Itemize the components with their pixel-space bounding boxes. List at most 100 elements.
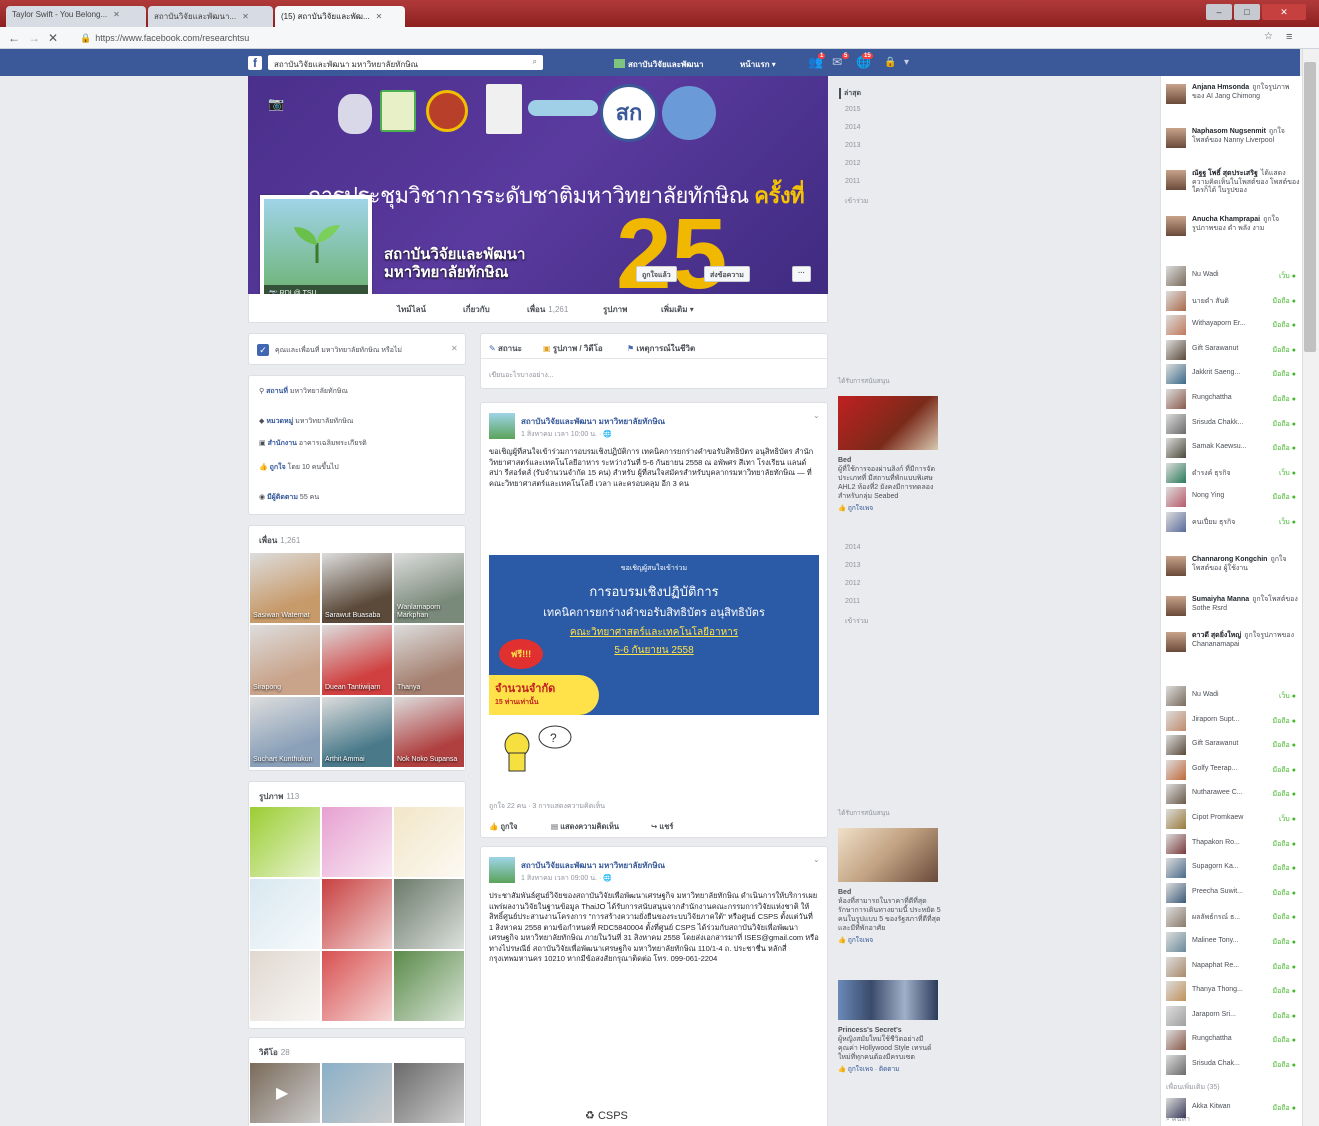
sponsored-ad[interactable]: Princess's Secret's ผู้หญิงสมัยใหม่ใช้ชีว… — [838, 980, 942, 1074]
photos-heading[interactable]: รูปภาพ 113 — [259, 790, 299, 803]
chat-contact[interactable]: Thapakon Ro... มือถือ ● — [1166, 833, 1300, 856]
star-icon[interactable]: ☆ — [1264, 31, 1273, 42]
photo-thumb[interactable] — [322, 807, 392, 877]
address-bar[interactable]: 🔒 https://www.facebook.com/researchtsu — [80, 31, 1260, 45]
browser-tab[interactable]: Taylor Swift - You Belong... ✕ — [6, 6, 146, 27]
composer-input[interactable]: เขียนอะไรบางอย่าง... — [489, 370, 554, 381]
more-friends-label[interactable]: เพื่อนเพิ่มเติม (35) — [1166, 1082, 1220, 1093]
facebook-logo-icon[interactable]: f — [248, 56, 262, 70]
videos-heading[interactable]: วิดีโอ 28 — [259, 1046, 290, 1059]
friend-tile[interactable]: Wanlamaporn Markphan — [394, 553, 464, 623]
friend-tile[interactable]: Thanya — [394, 625, 464, 695]
photo-thumb[interactable] — [394, 807, 464, 877]
composer-status[interactable]: ✎ สถานะ — [489, 342, 522, 355]
account-menu-icon[interactable]: ▾ — [904, 57, 909, 68]
chat-contact[interactable]: ผลลัพธ์กรณ์ ธ... มือถือ ● — [1166, 907, 1300, 929]
close-icon[interactable]: ✕ — [376, 12, 383, 21]
ad-image[interactable] — [838, 828, 938, 882]
year-link[interactable]: 2013 — [845, 562, 861, 569]
search-icon[interactable]: ⌕ — [533, 57, 537, 67]
year-link[interactable]: 2012 — [845, 580, 861, 587]
comment-button[interactable]: ▤ แสดงความคิดเห็น — [551, 821, 619, 833]
chat-contact[interactable]: คนเปี่ยม ธุรกิจ เว็บ ● — [1166, 512, 1300, 534]
chat-contact[interactable]: Rungchattha มือถือ ● — [1166, 389, 1300, 411]
year-link[interactable]: เข้าร่วม — [845, 616, 868, 627]
photo-thumb[interactable] — [322, 879, 392, 949]
post-author[interactable]: สถาบันวิจัยและพัฒนา มหาวิทยาลัยทักษิณ — [521, 859, 665, 872]
video-thumb[interactable] — [394, 1063, 464, 1123]
chat-contact[interactable]: ดำรงค์ ธุรกิจ เว็บ ● — [1166, 462, 1300, 485]
sponsored-ad[interactable]: ได้รับการสนับสนุน Bed ห้องที่สามารถในราคา… — [838, 808, 942, 945]
search-input[interactable]: สถาบันวิจัยและพัฒนา มหาวิทยาลัยทักษิณ ⌕ — [268, 55, 543, 70]
ad-like-link[interactable]: 👍 ถูกใจเพจ · ติดตาม — [838, 1064, 942, 1074]
tab-friends[interactable]: เพื่อน 1,261 — [527, 303, 568, 316]
chat-contact[interactable]: Malinee Tony... มือถือ ● — [1166, 932, 1300, 954]
friend-tile[interactable]: Suchart Kunthukun — [250, 697, 320, 767]
ad-like-link[interactable]: 👍 ถูกใจเพจ — [838, 935, 942, 945]
sponsored-ad[interactable]: ได้รับการสนับสนุน Bed ผู้ที่ใช้การจองผ่าน… — [838, 376, 942, 513]
chat-activity[interactable]: ณัฐฐ โพธิ์ สุดประเสริฐ ได้แสดงความคิดเห็น… — [1166, 170, 1300, 196]
friend-tile[interactable]: Duean Tantiwijarn — [322, 625, 392, 695]
chevron-down-icon[interactable]: ⌄ — [813, 411, 820, 420]
year-link[interactable]: เข้าร่วม — [845, 196, 868, 207]
browser-tab-active[interactable]: (15) สถาบันวิจัยและพัฒ... ✕ — [275, 6, 405, 27]
chat-contact[interactable]: Cipot Promkaew เว็บ ● — [1166, 809, 1300, 831]
play-icon[interactable]: ▶ — [276, 1083, 288, 1103]
chat-activity[interactable]: Anjana Hmsonda ถูกใจรูปภาพของ AI Jang Chi… — [1166, 84, 1300, 104]
chat-contact[interactable]: Jiraporn Supt... มือถือ ● — [1166, 710, 1300, 733]
chat-contact[interactable]: Rungchattha มือถือ ● — [1166, 1030, 1300, 1052]
chat-contact[interactable]: Nu Wadi เว็บ ● — [1166, 686, 1300, 708]
page-avatar[interactable] — [489, 857, 515, 883]
chat-contact[interactable]: Preecha Suwit... มือถือ ● — [1166, 882, 1300, 905]
liked-button[interactable]: ถูกใจแล้ว — [636, 266, 677, 282]
post-engagement[interactable]: ถูกใจ 22 คน · 3 การแสดงความคิดเห็น — [489, 801, 605, 812]
year-link[interactable]: 2011 — [845, 178, 860, 185]
page-avatar[interactable] — [489, 413, 515, 439]
ad-image[interactable] — [838, 980, 938, 1020]
forward-icon[interactable]: → — [28, 31, 40, 45]
chat-contact[interactable]: Golfy Teerap... มือถือ ● — [1166, 759, 1300, 782]
post-author[interactable]: สถาบันวิจัยและพัฒนา มหาวิทยาลัยทักษิณ — [521, 415, 665, 428]
photo-thumb[interactable] — [394, 951, 464, 1021]
chat-contact[interactable]: Supagorn Ka... มือถือ ● — [1166, 858, 1300, 880]
friends-heading[interactable]: เพื่อน 1,261 — [259, 534, 300, 547]
friend-tile[interactable]: Sasiwan Waternat — [250, 553, 320, 623]
friend-tile[interactable]: Arthit Ammai — [322, 697, 392, 767]
minimize-button[interactable]: – — [1206, 4, 1232, 20]
nav-home-link[interactable]: หน้าแรก ▾ — [740, 58, 776, 71]
chat-activity[interactable]: Naphasom Nugsenmit ถูกใจโพสต์ของ Nanny Li… — [1166, 128, 1300, 148]
photo-thumb[interactable] — [394, 879, 464, 949]
chat-contact[interactable]: Thanya Thong... มือถือ ● — [1166, 981, 1300, 1003]
chat-contact[interactable]: Jaraporn Sri... มือถือ ● — [1166, 1005, 1300, 1028]
tab-photos[interactable]: รูปภาพ — [603, 303, 627, 316]
close-icon[interactable]: ✕ — [48, 31, 58, 45]
messages-icon[interactable]: ✉ — [832, 55, 842, 69]
chat-contact[interactable]: นายดำ สันติ มือถือ ● — [1166, 290, 1300, 313]
video-thumb[interactable]: ▶ — [250, 1063, 320, 1123]
year-link[interactable]: 2013 — [845, 142, 861, 149]
year-link[interactable]: 2012 — [845, 160, 861, 167]
year-link[interactable]: 2014 — [845, 544, 861, 551]
chat-contact[interactable]: Akka Kitwan มือถือ ● — [1166, 1098, 1300, 1120]
year-link[interactable]: 2014 — [845, 124, 861, 131]
event-poster[interactable]: ขอเชิญผู้สนใจเข้าร่วม การอบรมเชิงปฏิบัติ… — [489, 555, 819, 715]
post-timestamp[interactable]: 1 สิงหาคม เวลา 10:00 น. · 🌐 — [521, 429, 612, 440]
friend-tile[interactable]: Nok Noko Supansa — [394, 697, 464, 767]
chat-contact[interactable]: Nu Wadi เว็บ ● — [1166, 266, 1300, 288]
tab-about[interactable]: เกี่ยวกับ — [463, 303, 490, 316]
photo-thumb[interactable] — [250, 879, 320, 949]
maximize-button[interactable]: □ — [1234, 4, 1260, 20]
composer-event[interactable]: ⚑ เหตุการณ์ในชีวิต — [627, 342, 695, 355]
message-button[interactable]: ส่งข้อความ — [704, 266, 750, 282]
year-link[interactable]: 2011 — [845, 598, 860, 605]
back-icon[interactable]: ← — [8, 31, 20, 45]
year-link[interactable]: 2015 — [845, 106, 861, 113]
chat-activity[interactable]: Sumaiyha Manna ถูกใจโพสต์ของ Sothe Rsrd — [1166, 596, 1300, 616]
chat-contact[interactable]: Samak Kaewsu... มือถือ ● — [1166, 438, 1300, 460]
chat-contact[interactable]: Napaphat Re... มือถือ ● — [1166, 956, 1300, 979]
nav-page-link[interactable]: สถาบันวิจัยและพัฒนา — [614, 58, 703, 71]
close-window-button[interactable]: ✕ — [1262, 4, 1306, 20]
photo-thumb[interactable] — [250, 951, 320, 1021]
chat-activity[interactable]: Anucha Khamprapai ถูกใจรูปภาพของ ดำ พลัง … — [1166, 216, 1300, 236]
profile-picture[interactable]: 📷 RDI @ TSU — [260, 195, 372, 307]
